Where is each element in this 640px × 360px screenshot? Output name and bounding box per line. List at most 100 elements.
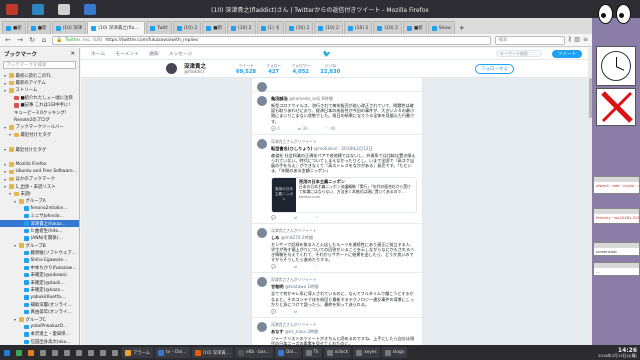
bookmark-item[interactable]: ヒ曲者生(hito… xyxy=(0,227,79,234)
taskbar-item[interactable] xyxy=(26,347,36,358)
bookmark-item[interactable]: 深津貴之(fukaz… xyxy=(0,219,79,228)
tweet-button[interactable]: ツイート xyxy=(552,49,582,58)
expand-arrow-icon[interactable]: ▾ xyxy=(13,199,17,204)
tweet[interactable]: 亀田誠治 @kameda_seiji 6時間 新型コロナウイルス、流行されて毎年販… xyxy=(252,92,422,135)
taskbar-item[interactable] xyxy=(86,347,96,358)
desktop-terminal-2[interactable]: ferminy · wy2018y 2018-V xyxy=(593,208,640,224)
profile-stat[interactable]: いいね 22,830 xyxy=(320,63,340,75)
taskbar-item[interactable]: e6b · bas… xyxy=(234,347,274,358)
browser-tab[interactable]: ■新 xyxy=(26,21,51,34)
taskbar-item[interactable]: xlogo xyxy=(381,347,408,358)
desktop-terminal-3[interactable]: screenshot xyxy=(593,242,640,256)
expand-arrow-icon[interactable]: ▾ xyxy=(13,243,17,248)
tweet-time[interactable]: 3時間 xyxy=(307,329,318,334)
nav-home[interactable]: ホーム xyxy=(91,50,105,57)
bookmark-item[interactable]: Shiho Egawa(e… xyxy=(0,257,79,264)
browser-tab[interactable]: (10) 深津 xyxy=(51,21,87,34)
like-icon[interactable]: ♡ xyxy=(315,309,319,314)
bookmark-item[interactable]: ミニサJohnslo… xyxy=(0,212,79,219)
panel-app-icon-3[interactable] xyxy=(58,3,70,15)
bookmark-item[interactable]: ▾ グループB xyxy=(0,242,79,249)
follow-button[interactable]: フォローする xyxy=(475,63,514,74)
bookmark-item[interactable]: ▾ Ubuntu and Free Software… xyxy=(0,168,79,175)
browser-tab[interactable]: (10) 2 xyxy=(226,21,256,34)
profile-stat[interactable]: ツイート 69,528 xyxy=(236,63,256,75)
taskbar-item[interactable] xyxy=(2,347,12,358)
browser-tab[interactable]: (10) 2 xyxy=(314,21,343,34)
expand-arrow-icon[interactable]: ▾ xyxy=(3,162,7,167)
bookmark-item[interactable]: (ANN)を関係(… xyxy=(0,235,79,242)
like-icon[interactable]: ♡ xyxy=(315,264,319,269)
tweet-author[interactable]: しめ xyxy=(271,235,279,240)
bookmark-search-input[interactable]: ブックマークを検索 xyxy=(3,61,76,69)
browser-tab[interactable]: ■新 xyxy=(2,21,26,34)
tweet-time[interactable]: 6時間 xyxy=(322,96,333,101)
bookmark-item[interactable]: 信田出身高大(oku… xyxy=(0,338,79,345)
taskbar-item[interactable]: Tk xyxy=(302,347,322,358)
taskbar-item[interactable] xyxy=(50,347,60,358)
profile-stat[interactable]: フォロー 427 xyxy=(266,63,281,75)
expand-arrow-icon[interactable]: ▾ xyxy=(3,177,7,182)
bookmark-item[interactable]: ▾ 最初に読むこのTL xyxy=(0,72,79,79)
bookmark-item[interactable]: 未確定(@daoli… xyxy=(0,279,79,286)
new-tab-button[interactable]: + xyxy=(456,21,468,34)
panel-app-icon-4[interactable] xyxy=(84,3,96,15)
bookmark-item[interactable]: ▾ 未読I xyxy=(0,190,79,197)
tweet[interactable]: 深津貴之さんがリツイート あなす @ks_nasa 3時間 ジャーナリストのツイート… xyxy=(252,318,422,345)
bookmark-item[interactable] xyxy=(0,153,79,160)
taskbar-clock[interactable]: 14:26 2018年2月13日(火曜) xyxy=(598,347,637,358)
bookmark-item[interactable]: Renote2のブログ xyxy=(0,116,79,123)
bookmark-item[interactable]: fenono2ntiokiv… xyxy=(0,205,79,212)
browser-tab[interactable]: (10) 2 xyxy=(284,21,314,34)
taskbar-item[interactable] xyxy=(74,347,84,358)
bookmark-item[interactable]: 藤原敏(ソフトウェア… xyxy=(0,249,79,256)
tweet[interactable]: 深津貴之さんがリツイート 転型書名(ひしりょう) @mofukinc · 2018… xyxy=(252,135,422,224)
twitter-search-input[interactable]: キーワード検索 xyxy=(496,50,542,57)
expand-arrow-icon[interactable]: ▾ xyxy=(3,184,7,189)
like-icon[interactable]: ♡ 46 xyxy=(326,126,336,131)
tweet-author[interactable]: 亀田誠治 xyxy=(271,96,288,101)
expand-arrow-icon[interactable]: ▾ xyxy=(3,147,7,152)
back-icon[interactable]: ← xyxy=(4,36,12,44)
desktop-terminal-1[interactable]: xfwm4 · add · mydp · ume · f xyxy=(593,176,640,194)
bookmark-item[interactable]: ■記事 これは1日中手に! xyxy=(0,102,79,109)
bookmark-item[interactable]: 真由美年(オンライ… xyxy=(0,309,79,316)
taskbar-item[interactable]: xclock xyxy=(323,347,352,358)
bookmark-item[interactable]: ■紹介れたしぇー嘘に注目 xyxy=(0,94,79,101)
sidebar-title[interactable]: ブックマーク xyxy=(4,50,37,58)
taskbar-item[interactable] xyxy=(110,347,120,358)
expand-arrow-icon[interactable]: ▾ xyxy=(3,88,7,93)
tweet-author[interactable]: 転型書名(ひしりょう) xyxy=(271,146,313,151)
like-icon[interactable]: ♡ xyxy=(315,215,319,220)
browser-tab[interactable]: ■新 xyxy=(402,21,427,34)
bookmark-item[interactable]: ▾ ブックマークツールバー xyxy=(0,124,79,131)
bookmark-item[interactable]: ▾ Mozilla Firefox xyxy=(0,161,79,168)
browser-tab[interactable]: (10) 深津貴之(fla… xyxy=(87,21,146,34)
browser-tab[interactable]: (10) 2 xyxy=(373,21,402,34)
bookmark-item[interactable]: ▾ 1_出歩・未読リスト xyxy=(0,183,79,190)
page-scrollbar[interactable] xyxy=(588,48,592,345)
bookmark-item[interactable]: 未確定(@oikawa) xyxy=(0,272,79,279)
retweet-icon[interactable]: ⇄ 39 xyxy=(298,126,308,131)
bookmark-item[interactable]: ▾ グループA xyxy=(0,198,79,205)
bookmark-item[interactable] xyxy=(0,139,79,146)
tweet[interactable]: 深津貴之さんがリツイート しめ @shit270 2時間 センサーで記録を取る人と入… xyxy=(252,224,422,274)
tweet-avatar[interactable] xyxy=(257,82,267,92)
tweet-avatar[interactable] xyxy=(257,96,267,106)
taskbar-item[interactable]: tv – Dol… xyxy=(155,347,190,358)
reply-icon[interactable]: 💬 xyxy=(271,215,276,220)
browser-tab[interactable]: (10) 2 xyxy=(172,21,202,34)
tweet-author[interactable]: 甘粕明 xyxy=(271,284,284,289)
url-bar[interactable]: 🔒 Twitter, Inc. (US) https://twitter.com… xyxy=(52,35,491,45)
nav-moments[interactable]: モーメント xyxy=(115,50,139,57)
bookmark-item[interactable]: yabuki(Kuetfa… xyxy=(0,294,79,301)
retweet-icon[interactable]: ⇄ xyxy=(294,264,297,269)
tweet[interactable]: 深津貴之さんがリツイート 甘粕明 @tnatawo 1時間 全てで何かテレ系に導入さ… xyxy=(252,273,422,319)
bookmark-item[interactable]: ▾ 最近付けたタグ xyxy=(0,131,79,138)
expand-arrow-icon[interactable]: ▾ xyxy=(8,191,12,196)
retweet-icon[interactable]: ⇄ xyxy=(294,309,297,314)
twitter-bird-icon[interactable]: 🐦 xyxy=(323,50,332,58)
menu-icon[interactable]: ≡ xyxy=(583,36,588,44)
nav-messages[interactable]: メッセージ xyxy=(169,50,193,57)
expand-arrow-icon[interactable]: ▾ xyxy=(3,81,7,86)
